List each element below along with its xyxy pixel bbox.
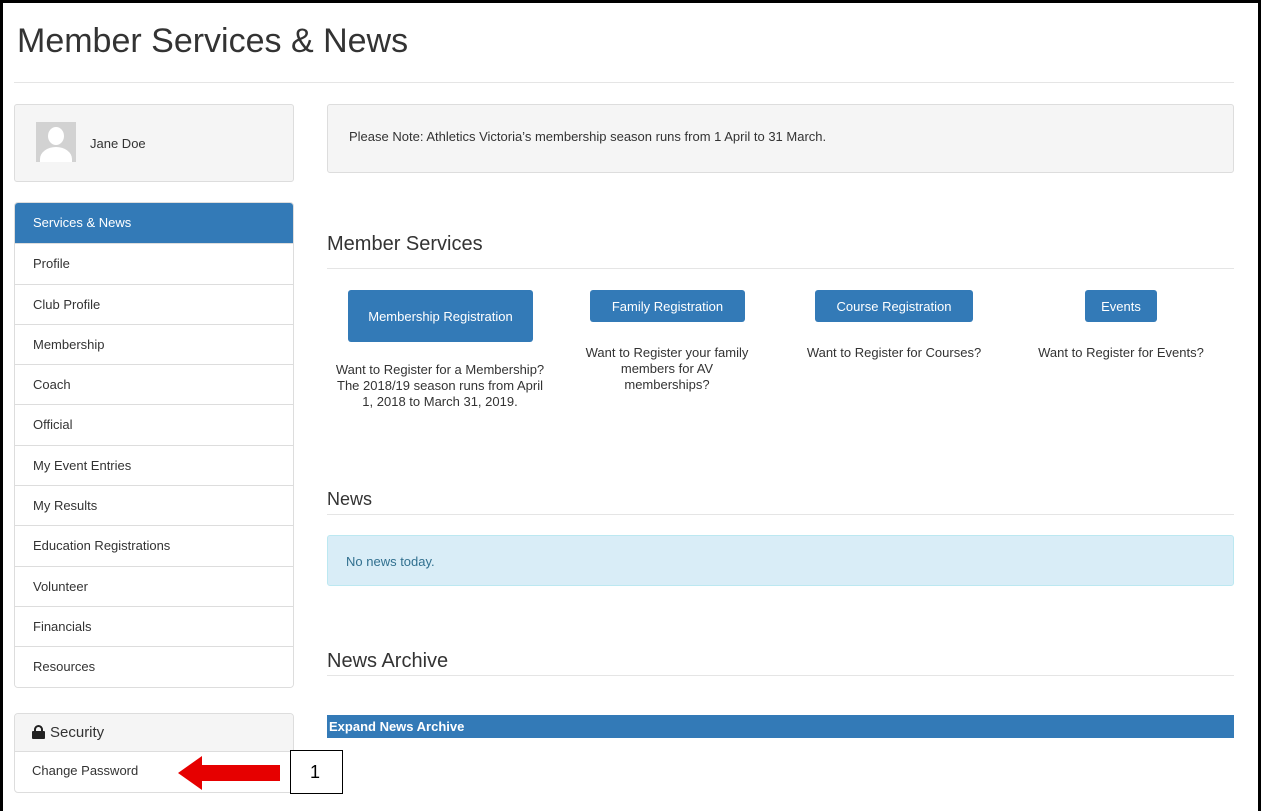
family-registration-description: Want to Register your family members for… xyxy=(585,345,749,392)
title-divider xyxy=(14,82,1234,83)
member-services-divider xyxy=(327,268,1234,269)
red-arrow-annotation xyxy=(178,756,280,790)
news-alert: No news today. xyxy=(327,535,1234,586)
sidebar-item-my-event-entries[interactable]: My Event Entries xyxy=(15,444,293,486)
arrow-shape xyxy=(178,756,280,790)
news-divider xyxy=(327,514,1234,515)
news-heading: News xyxy=(327,489,373,509)
sidebar-item-official[interactable]: Official xyxy=(15,404,293,445)
news-archive-divider xyxy=(327,675,1234,676)
course-registration-description: Want to Register for Courses? xyxy=(806,345,982,360)
sidebar-item-my-results[interactable]: My Results xyxy=(15,485,293,526)
user-panel: Jane Doe xyxy=(14,104,294,182)
season-note: Please Note: Athletics Victoria’s member… xyxy=(327,104,1234,173)
sidebar-item-membership[interactable]: Membership xyxy=(15,323,293,365)
expand-news-archive-button[interactable]: Expand News Archive xyxy=(327,715,1234,738)
sidebar-nav: Services & News Profile Club Profile Mem… xyxy=(14,202,294,688)
security-title: Security xyxy=(50,724,105,741)
user-name: Jane Doe xyxy=(90,136,146,151)
sidebar-item-club-profile[interactable]: Club Profile xyxy=(15,283,293,324)
sidebar-item-financials[interactable]: Financials xyxy=(15,605,293,647)
family-registration-button[interactable]: Family Registration xyxy=(590,290,745,322)
avatar xyxy=(36,122,76,162)
events-description: Want to Register for Events? xyxy=(1038,345,1204,360)
sidebar-item-services-news[interactable]: Services & News xyxy=(15,203,293,244)
callout-box: 1 xyxy=(290,750,343,794)
page-title: Member Services & News xyxy=(17,22,409,60)
membership-registration-description: Want to Register for a Membership? The 2… xyxy=(335,362,545,409)
sidebar-item-coach[interactable]: Coach xyxy=(15,364,293,405)
membership-registration-button[interactable]: Membership Registration xyxy=(348,290,533,342)
security-heading: Security xyxy=(15,714,293,752)
sidebar-item-resources[interactable]: Resources xyxy=(15,646,293,687)
course-registration-button[interactable]: Course Registration xyxy=(815,290,973,322)
news-archive-heading: News Archive xyxy=(327,650,449,672)
lock-icon xyxy=(32,725,45,739)
sidebar-item-education-registrations[interactable]: Education Registrations xyxy=(15,525,293,566)
events-button[interactable]: Events xyxy=(1085,290,1157,322)
sidebar-item-volunteer[interactable]: Volunteer xyxy=(15,565,293,606)
sidebar-item-profile[interactable]: Profile xyxy=(15,243,293,284)
member-services-heading: Member Services xyxy=(327,233,483,255)
